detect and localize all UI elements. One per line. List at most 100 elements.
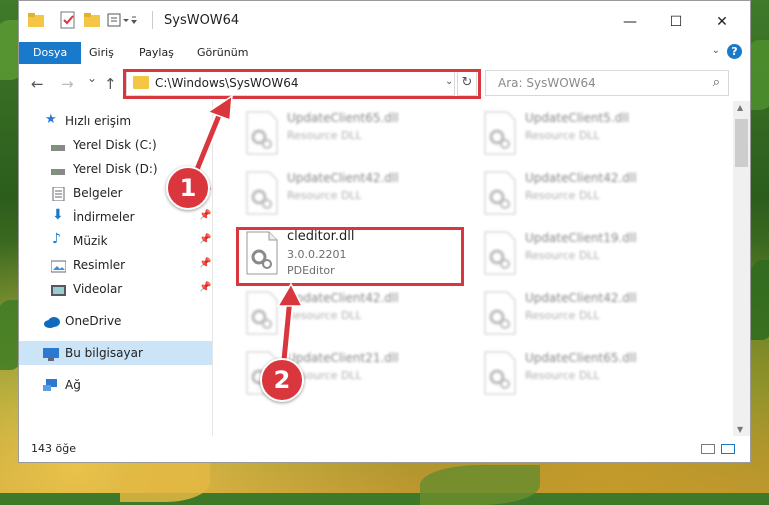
sidebar-item-resimler[interactable]: Resimler 📌	[19, 253, 212, 277]
file-name: UpdateClient42.dll	[287, 291, 399, 305]
file-name: UpdateClient65.dll	[525, 351, 637, 365]
minimize-button[interactable]: —	[607, 7, 653, 37]
file-name: UpdateClient42.dll	[525, 171, 637, 185]
dll-file-icon	[484, 231, 516, 275]
sidebar-item-label: Resimler	[73, 258, 126, 272]
sidebar-item-label: Hızlı erişim	[65, 114, 132, 128]
sidebar-item-muzik[interactable]: ♪ Müzik 📌	[19, 229, 212, 253]
status-bar: 143 öğe	[19, 436, 750, 462]
cloud-icon	[43, 314, 60, 328]
sidebar-item-label: Müzik	[73, 234, 108, 248]
file-item[interactable]: UpdateClient42.dll Resource DLL	[235, 167, 460, 223]
network-icon	[43, 378, 57, 391]
file-description: Resource DLL	[525, 189, 600, 202]
scroll-up-icon[interactable]: ▲	[737, 103, 743, 112]
document-icon	[52, 186, 66, 202]
dll-file-icon	[484, 111, 516, 155]
pin-icon[interactable]: 📌	[199, 282, 211, 293]
back-button[interactable]: ←	[31, 75, 44, 93]
file-highlight	[236, 227, 464, 286]
tab-giris[interactable]: Giriş	[81, 42, 122, 64]
file-item[interactable]: UpdateClient42.dll Resource DLL	[473, 167, 698, 223]
sidebar-item-label: OneDrive	[65, 314, 122, 328]
sidebar-item-label: Yerel Disk (D:)	[73, 162, 158, 176]
file-name: UpdateClient42.dll	[287, 171, 399, 185]
file-description: Resource DLL	[525, 369, 600, 382]
search-icon: ⌕	[712, 75, 720, 90]
file-item[interactable]: UpdateClient42.dll Resource DLL	[473, 287, 698, 343]
file-name: UpdateClient19.dll	[525, 231, 637, 245]
window-title: SysWOW64	[164, 13, 240, 28]
expand-ribbon-icon[interactable]: ⌄	[712, 45, 720, 56]
search-input[interactable]: Ara: SysWOW64	[498, 76, 596, 90]
sidebar-item-this-pc[interactable]: Bu bilgisayar	[19, 341, 212, 365]
file-description: Resource DLL	[525, 309, 600, 322]
file-description: Resource DLL	[525, 249, 600, 262]
up-button[interactable]: ↑	[104, 75, 117, 93]
maximize-icon: ☐	[669, 14, 683, 30]
large-icons-view-icon[interactable]	[721, 444, 735, 454]
sidebar-item-label: Bu bilgisayar	[65, 346, 143, 360]
pin-icon[interactable]: 📌	[199, 234, 211, 245]
drive-icon	[51, 138, 65, 151]
step-2-badge: 2	[260, 358, 304, 402]
file-item[interactable]: UpdateClient5.dll Resource DLL	[473, 107, 698, 163]
navigation-pane: ★ Hızlı erişim Yerel Disk (C:) Yerel Dis…	[19, 101, 212, 436]
explorer-window: SysWOW64 — ☐ ✕ Dosya Giriş Paylaş Görünü…	[18, 0, 751, 463]
new-folder-icon[interactable]	[83, 11, 101, 29]
file-name: UpdateClient21.dll	[287, 351, 399, 365]
search-box[interactable]: Ara: SysWOW64 ⌕	[485, 70, 729, 96]
properties-icon[interactable]	[59, 11, 77, 29]
scrollbar-thumb[interactable]	[735, 119, 748, 167]
computer-icon	[43, 346, 59, 361]
star-icon: ★	[45, 112, 57, 127]
sidebar-item-videolar[interactable]: Videolar 📌	[19, 277, 212, 301]
pictures-icon	[50, 258, 67, 273]
file-item[interactable]: UpdateClient42.dll Resource DLL	[235, 287, 460, 343]
tab-dosya[interactable]: Dosya	[19, 42, 82, 64]
sidebar-item-onedrive[interactable]: OneDrive	[19, 309, 212, 333]
vertical-scrollbar[interactable]: ▲ ▼	[733, 101, 750, 436]
tab-gorunum[interactable]: Görünüm	[189, 42, 256, 64]
sidebar-item-local-disk-c[interactable]: Yerel Disk (C:)	[19, 133, 212, 157]
folder-icon[interactable]	[27, 11, 45, 29]
dll-file-icon	[246, 111, 278, 155]
file-item[interactable]: UpdateClient65.dll Resource DLL	[473, 347, 698, 403]
help-icon[interactable]: ?	[727, 44, 742, 59]
pin-icon[interactable]: 📌	[199, 210, 211, 221]
file-description: Resource DLL	[287, 309, 362, 322]
recent-locations-button[interactable]: ⌄	[87, 71, 97, 85]
file-item[interactable]: UpdateClient19.dll Resource DLL	[473, 227, 698, 283]
forward-button[interactable]: →	[61, 75, 74, 93]
dll-file-icon	[484, 351, 516, 395]
dll-file-icon	[484, 171, 516, 215]
sidebar-item-label: Videolar	[73, 282, 123, 296]
music-icon: ♪	[52, 231, 61, 247]
details-view-icon[interactable]	[701, 444, 715, 454]
title-bar: SysWOW64 — ☐ ✕	[19, 1, 750, 39]
file-description: Resource DLL	[287, 189, 362, 202]
wallpaper-leaf	[120, 462, 210, 502]
wallpaper-leaf	[420, 465, 540, 505]
dll-file-icon	[246, 291, 278, 335]
tab-paylas[interactable]: Paylaş	[131, 42, 182, 64]
video-icon	[51, 282, 66, 296]
sidebar-item-label: Belgeler	[73, 186, 123, 200]
file-name: UpdateClient5.dll	[525, 111, 629, 125]
dll-file-icon	[246, 171, 278, 215]
title-separator	[152, 11, 153, 29]
sidebar-item-quick-access[interactable]: ★ Hızlı erişim	[19, 109, 212, 133]
scroll-down-icon[interactable]: ▼	[737, 425, 743, 434]
pin-icon[interactable]: 📌	[199, 258, 211, 269]
sidebar-item-network[interactable]: Ağ	[19, 373, 212, 397]
file-name: UpdateClient65.dll	[287, 111, 399, 125]
close-button[interactable]: ✕	[699, 7, 745, 37]
minimize-icon: —	[623, 14, 637, 30]
ribbon-tabs: Dosya Giriş Paylaş Görünüm ⌄ ?	[19, 39, 750, 67]
file-description: Resource DLL	[287, 129, 362, 142]
file-description: Resource DLL	[525, 129, 600, 142]
file-item[interactable]: UpdateClient65.dll Resource DLL	[235, 107, 460, 163]
customize-toolbar-icon[interactable]	[107, 11, 137, 29]
download-icon: ⬇	[52, 207, 64, 223]
maximize-button[interactable]: ☐	[653, 7, 699, 37]
